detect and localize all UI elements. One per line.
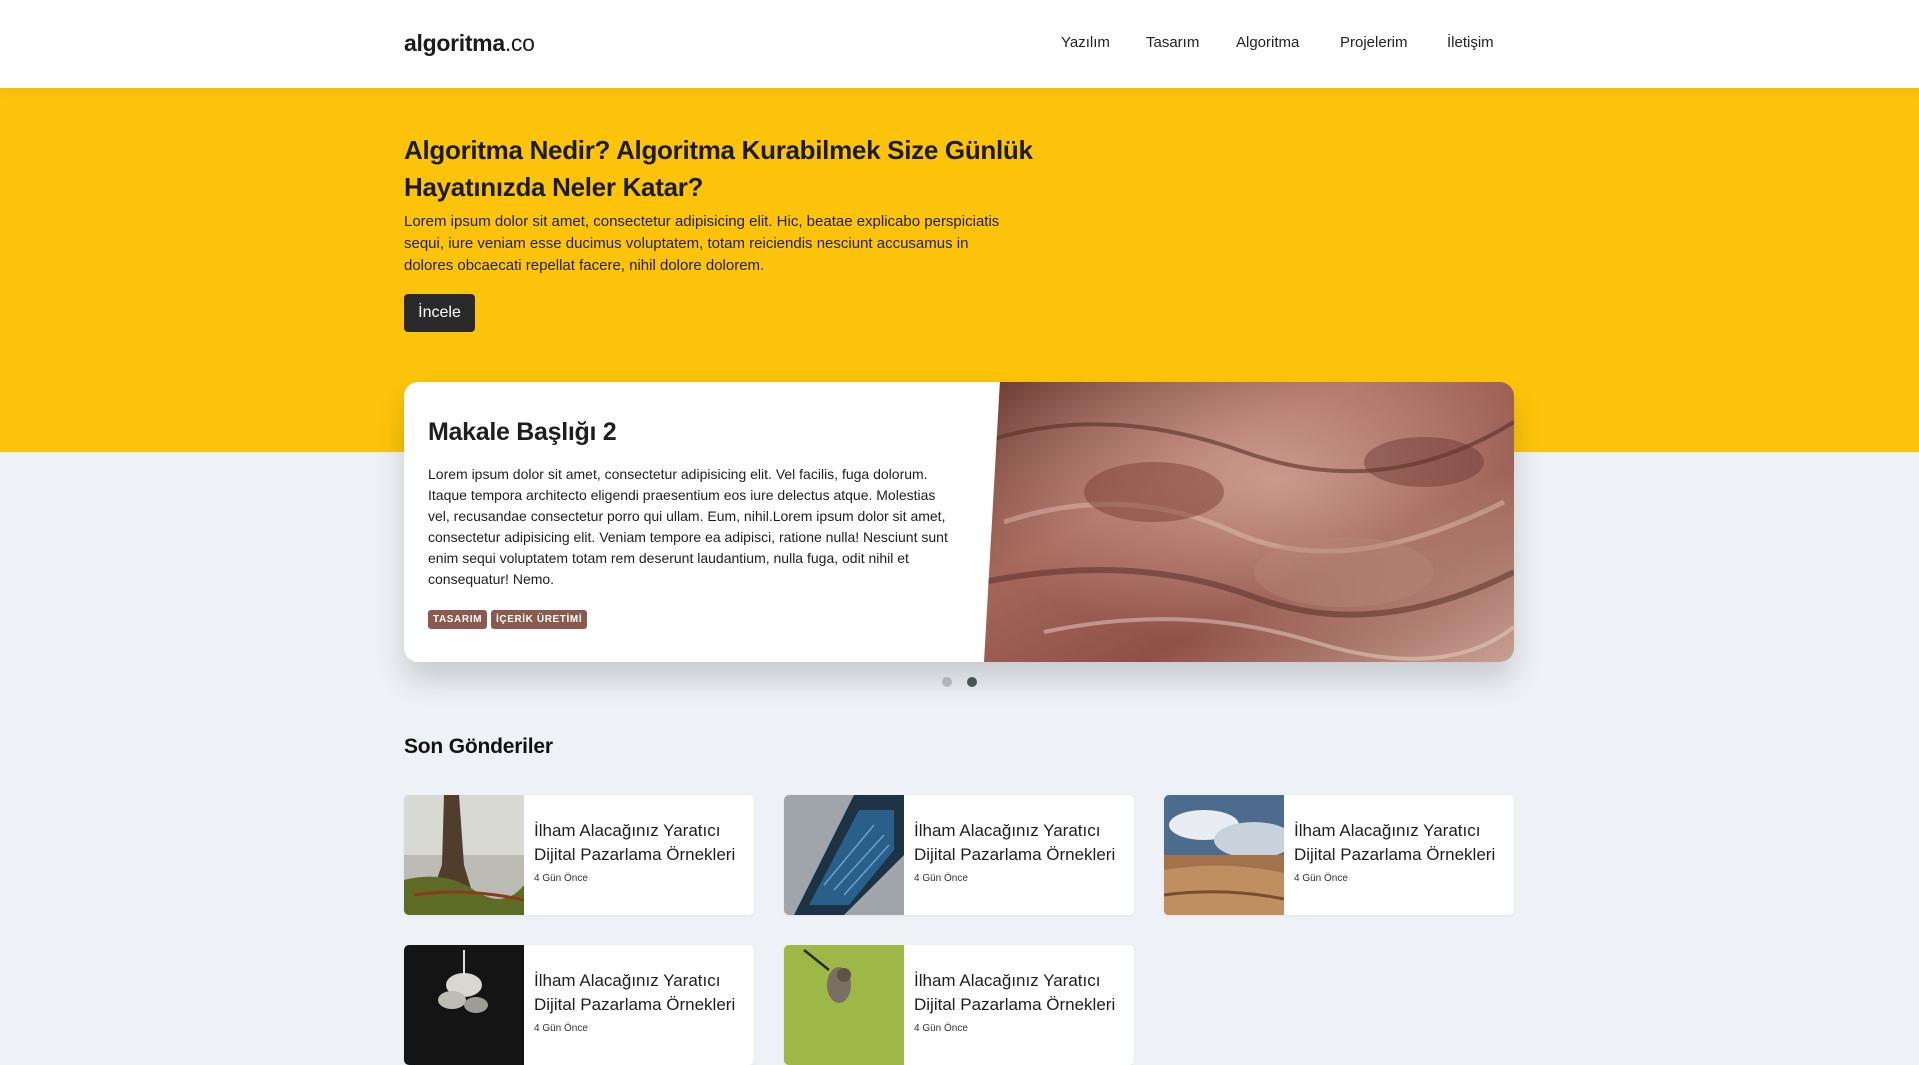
- post-time: 4 Gün Önce: [534, 873, 588, 884]
- post-time: 4 Gün Önce: [1294, 873, 1348, 884]
- site-logo[interactable]: algoritma.co: [404, 30, 535, 57]
- carousel-dots: [942, 677, 977, 687]
- hero-title: Algoritma Nedir? Algoritma Kurabilmek Si…: [404, 135, 1033, 202]
- featured-article-title: Makale Başlığı 2: [428, 418, 617, 446]
- tag-list: TASARIM İÇERİK ÜRETİMİ: [428, 610, 588, 629]
- incele-button[interactable]: İncele: [404, 294, 475, 332]
- carousel-dot-1[interactable]: [942, 677, 952, 687]
- hero-text: Lorem ipsum dolor sit amet, consectetur …: [404, 213, 1000, 274]
- tag-icerik-uretimi[interactable]: İÇERİK ÜRETİMİ: [491, 610, 588, 629]
- post-thumbnail: [404, 795, 524, 915]
- post-thumbnail: [784, 795, 904, 915]
- nav-item-algoritma[interactable]: Algoritma: [1236, 34, 1299, 51]
- post-thumbnail: [1164, 795, 1284, 915]
- featured-article-text: Lorem ipsum dolor sit amet, consectetur …: [428, 466, 948, 587]
- post-title: İlham Alacağınız Yaratıcı Dijital Pazarl…: [914, 971, 1116, 1014]
- post-title: İlham Alacağınız Yaratıcı Dijital Pazarl…: [534, 971, 736, 1014]
- post-card[interactable]: İlham Alacağınız Yaratıcı Dijital Pazarl…: [404, 795, 754, 915]
- nav-item-yazilim[interactable]: Yazılım: [1061, 34, 1110, 51]
- logo-main: algoritma: [404, 30, 505, 56]
- post-thumbnail: [404, 945, 524, 1065]
- carousel-dot-2[interactable]: [967, 677, 977, 687]
- post-title: İlham Alacağınız Yaratıcı Dijital Pazarl…: [534, 821, 736, 864]
- post-title: İlham Alacağınız Yaratıcı Dijital Pazarl…: [914, 821, 1116, 864]
- post-card[interactable]: İlham Alacağınız Yaratıcı Dijital Pazarl…: [1164, 795, 1514, 915]
- nav-item-tasarim[interactable]: Tasarım: [1146, 34, 1199, 51]
- nav-item-projelerim[interactable]: Projelerim: [1340, 34, 1408, 51]
- recent-posts-title: Son Gönderiler: [404, 735, 553, 758]
- post-time: 4 Gün Önce: [914, 873, 968, 884]
- logo-tld: .co: [504, 30, 535, 56]
- post-card[interactable]: İlham Alacağınız Yaratıcı Dijital Pazarl…: [784, 945, 1134, 1065]
- nav-item-iletisim[interactable]: İletişim: [1447, 34, 1494, 51]
- post-card[interactable]: İlham Alacağınız Yaratıcı Dijital Pazarl…: [404, 945, 754, 1065]
- post-time: 4 Gün Önce: [914, 1023, 968, 1034]
- site-header: algoritma.co Yazılım Tasarım Algoritma P…: [0, 0, 1919, 88]
- post-title: İlham Alacağınız Yaratıcı Dijital Pazarl…: [1294, 821, 1496, 864]
- featured-article-card[interactable]: Makale Başlığı 2 Lorem ipsum dolor sit a…: [404, 382, 1514, 662]
- post-time: 4 Gün Önce: [534, 1023, 588, 1034]
- post-card[interactable]: İlham Alacağınız Yaratıcı Dijital Pazarl…: [784, 795, 1134, 915]
- post-thumbnail: [784, 945, 904, 1065]
- tag-tasarim[interactable]: TASARIM: [428, 610, 488, 629]
- featured-article-image: [984, 382, 1514, 662]
